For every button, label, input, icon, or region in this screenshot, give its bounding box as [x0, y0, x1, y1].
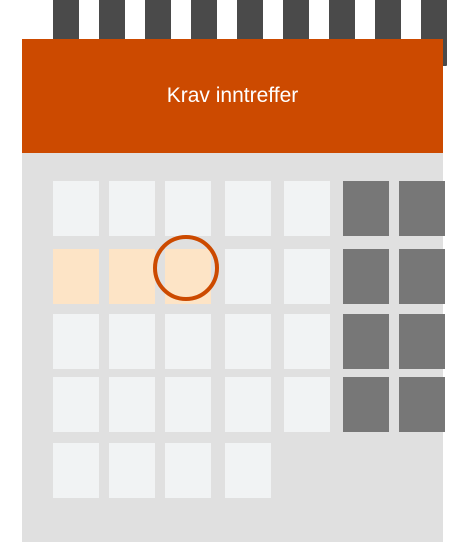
day-cell	[165, 181, 211, 236]
day-cell	[225, 181, 271, 236]
day-cell	[165, 377, 211, 432]
day-cell	[109, 377, 155, 432]
day-cell	[53, 181, 99, 236]
day-cell	[284, 181, 330, 236]
weekend-day-cell	[399, 181, 445, 236]
day-cell	[53, 314, 99, 369]
weekend-day-cell	[343, 377, 389, 432]
calendar-title: Krav inntreffer	[166, 84, 299, 107]
weekend-day-cell	[399, 377, 445, 432]
weekend-day-cell	[343, 314, 389, 369]
day-cell	[284, 377, 330, 432]
day-cell	[225, 314, 271, 369]
weekend-day-cell	[343, 249, 389, 304]
day-cell	[225, 443, 271, 498]
weekend-day-cell	[399, 249, 445, 304]
day-cell	[53, 443, 99, 498]
day-cell	[109, 181, 155, 236]
weekend-day-cell	[343, 181, 389, 236]
day-cell	[165, 314, 211, 369]
day-cell	[284, 314, 330, 369]
day-cell	[284, 249, 330, 304]
day-cell	[109, 314, 155, 369]
calendar-header: Krav inntreffer	[22, 39, 443, 153]
weekend-day-cell	[399, 314, 445, 369]
calendar-icon: Krav inntreffer	[0, 0, 457, 542]
day-cell	[53, 377, 99, 432]
highlighted-day-cell	[53, 249, 99, 304]
highlighted-day-cell	[109, 249, 155, 304]
highlighted-day-circle	[153, 235, 219, 301]
day-cell	[225, 377, 271, 432]
day-cell	[225, 249, 271, 304]
day-cell	[165, 443, 211, 498]
day-cell	[109, 443, 155, 498]
